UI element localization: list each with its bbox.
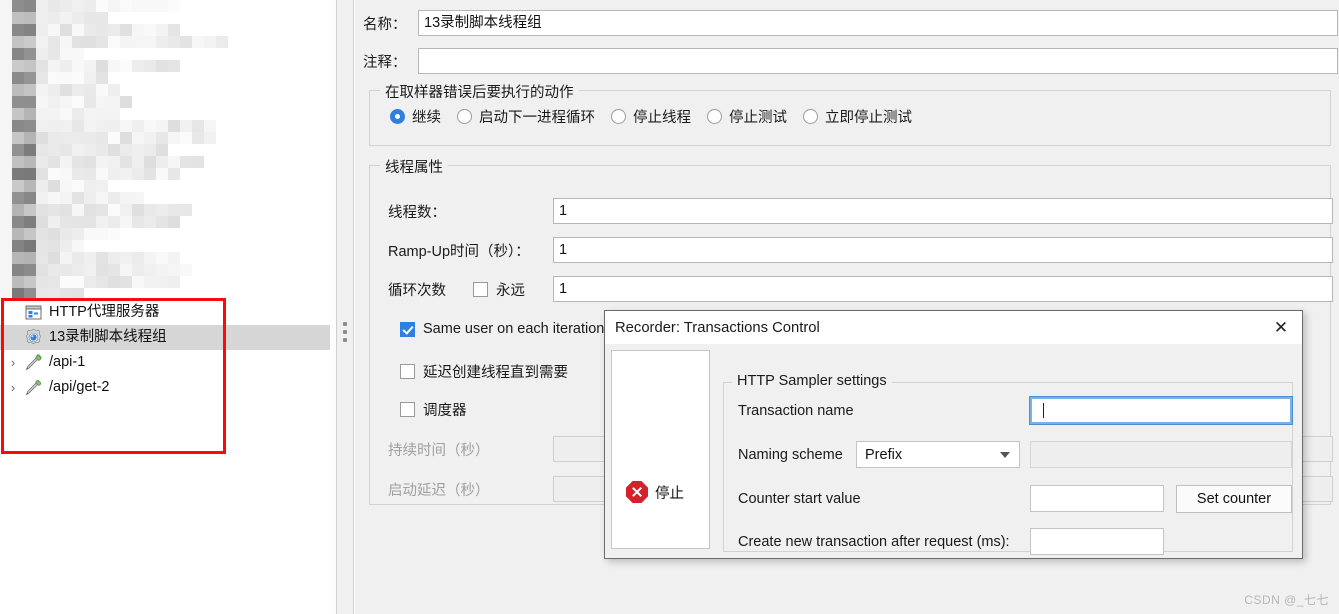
tree-toggle-icon[interactable] — [4, 304, 22, 322]
naming-scheme-select[interactable]: Prefix — [856, 441, 1020, 468]
threads-row: 线程数： 1 — [388, 198, 1333, 224]
transaction-name-row: Transaction name — [738, 403, 858, 419]
radio-continue[interactable]: 继续 — [390, 106, 441, 127]
loops-input[interactable]: 1 — [553, 276, 1333, 302]
checkbox-indicator[interactable] — [473, 281, 488, 297]
tree-item-label: /api-1 — [49, 354, 86, 371]
tree-panel[interactable]: HTTP代理服务器 13录制脚本线程组 › /api-1 › /api/get-… — [0, 0, 336, 614]
create-new-row: Create new transaction after request (ms… — [738, 534, 1028, 550]
comment-input[interactable] — [418, 48, 1338, 74]
radio-indicator[interactable] — [390, 109, 405, 124]
tree-item-label: HTTP代理服务器 — [49, 304, 160, 321]
transaction-name-label: Transaction name — [738, 403, 854, 419]
sampler-icon — [22, 353, 44, 373]
radio-label: 停止测试 — [729, 110, 787, 126]
scheduler-label: 调度器 — [423, 403, 467, 419]
radio-stop-test-now[interactable]: 立即停止测试 — [803, 106, 912, 127]
close-icon[interactable]: ✕ — [1268, 315, 1294, 339]
text-caret — [1043, 403, 1044, 418]
rampup-row: Ramp-Up时间（秒）： 1 — [388, 237, 1333, 263]
radio-label: 停止线程 — [633, 110, 691, 126]
same-user-checkbox[interactable]: Same user on each iteration — [400, 321, 604, 337]
transaction-name-input[interactable] — [1029, 396, 1293, 425]
radio-stop-thread[interactable]: 停止线程 — [611, 106, 691, 127]
startup-delay-label: 启动延迟（秒） — [388, 482, 490, 499]
tree-toggle-icon[interactable] — [4, 329, 22, 347]
name-label: 名称： — [363, 16, 407, 33]
stop-octagon-icon — [626, 481, 648, 503]
chevron-down-icon[interactable] — [1000, 451, 1010, 458]
naming-scheme-label: Naming scheme — [738, 447, 843, 463]
chevron-right-icon[interactable]: › — [4, 354, 22, 372]
threads-input[interactable]: 1 — [553, 198, 1333, 224]
radio-stop-test[interactable]: 停止测试 — [707, 106, 787, 127]
gear-icon — [22, 328, 44, 348]
http-proxy-icon — [22, 303, 44, 323]
checkbox-indicator[interactable] — [400, 402, 415, 417]
censored-tree-region — [0, 0, 300, 300]
loops-row: 循环次数 永远 1 — [388, 276, 1333, 302]
create-new-input[interactable] — [1030, 528, 1164, 555]
radio-label: 继续 — [412, 110, 441, 126]
error-action-groupbox: 在取样器错误后要执行的动作 继续 启动下一进程循环 停止线程 停止测试 立即停止… — [369, 81, 1331, 146]
splitter-grip-icon[interactable] — [343, 322, 347, 342]
thread-properties-title: 线程属性 — [380, 156, 448, 177]
rampup-input[interactable]: 1 — [553, 237, 1333, 263]
create-new-label: Create new transaction after request (ms… — [738, 534, 1010, 550]
tree-item-thread-group[interactable]: 13录制脚本线程组 — [0, 325, 336, 350]
radio-start-next-loop[interactable]: 启动下一进程循环 — [457, 106, 595, 127]
comment-label: 注释： — [363, 54, 407, 71]
naming-scheme-value: Prefix — [865, 446, 903, 463]
chevron-right-icon[interactable]: › — [4, 379, 22, 397]
comment-row: 注释： — [363, 48, 1338, 74]
http-sampler-settings-groupbox: HTTP Sampler settings Transaction name N… — [723, 373, 1293, 555]
counter-start-row: Counter start value — [738, 491, 918, 507]
counter-start-label: Counter start value — [738, 491, 861, 507]
checkbox-indicator[interactable] — [400, 364, 415, 379]
dialog-titlebar: Recorder: Transactions Control ✕ — [605, 311, 1302, 344]
name-input[interactable]: 13录制脚本线程组 — [418, 10, 1338, 36]
transactions-control-dialog[interactable]: Recorder: Transactions Control ✕ 停止 HTTP… — [604, 310, 1303, 559]
watermark: CSDN @_七七 — [1244, 593, 1329, 607]
radio-indicator[interactable] — [707, 109, 722, 124]
dialog-title: Recorder: Transactions Control — [615, 319, 820, 336]
radio-label: 立即停止测试 — [825, 110, 912, 126]
radio-indicator[interactable] — [611, 109, 626, 124]
set-counter-button[interactable]: Set counter — [1176, 485, 1292, 513]
dialog-body: 停止 HTTP Sampler settings Transaction nam… — [605, 344, 1302, 558]
tree-item-label: 13录制脚本线程组 — [49, 329, 167, 346]
naming-suffix-input — [1030, 441, 1292, 468]
delay-create-label: 延迟创建线程直到需要 — [423, 365, 568, 381]
tree-list[interactable]: HTTP代理服务器 13录制脚本线程组 › /api-1 › /api/get-… — [0, 300, 336, 614]
radio-label: 启动下一进程循环 — [479, 110, 595, 126]
http-sampler-settings-title: HTTP Sampler settings — [732, 373, 892, 389]
rampup-label: Ramp-Up时间（秒）： — [388, 243, 530, 260]
naming-scheme-row: Naming scheme — [738, 447, 858, 463]
name-row: 名称： 13录制脚本线程组 — [363, 10, 1338, 36]
tree-item-http-proxy[interactable]: HTTP代理服务器 — [0, 300, 336, 325]
loops-label: 循环次数 — [388, 282, 446, 299]
tree-item-label: /api/get-2 — [49, 379, 110, 396]
forever-label: 永远 — [496, 282, 525, 299]
threads-label: 线程数： — [388, 204, 446, 221]
error-action-title: 在取样器错误后要执行的动作 — [380, 81, 579, 102]
forever-checkbox[interactable]: 永远 — [473, 279, 553, 300]
duration-label: 持续时间（秒） — [388, 442, 490, 459]
radio-indicator[interactable] — [457, 109, 472, 124]
radio-indicator[interactable] — [803, 109, 818, 124]
tree-item-api-get-2[interactable]: › /api/get-2 — [0, 375, 336, 400]
same-user-label: Same user on each iteration — [423, 321, 605, 337]
sampler-icon — [22, 378, 44, 398]
panel-splitter[interactable] — [336, 0, 354, 614]
scheduler-checkbox[interactable]: 调度器 — [400, 399, 467, 420]
stop-panel: 停止 — [611, 350, 710, 549]
counter-start-input[interactable] — [1030, 485, 1164, 512]
delay-create-checkbox[interactable]: 延迟创建线程直到需要 — [400, 361, 568, 382]
tree-item-api-1[interactable]: › /api-1 — [0, 350, 336, 375]
error-action-radio-group[interactable]: 继续 启动下一进程循环 停止线程 停止测试 立即停止测试 — [390, 106, 928, 127]
stop-button[interactable]: 停止 — [626, 481, 684, 503]
checkbox-indicator[interactable] — [400, 321, 415, 337]
stop-button-label: 停止 — [655, 485, 684, 502]
